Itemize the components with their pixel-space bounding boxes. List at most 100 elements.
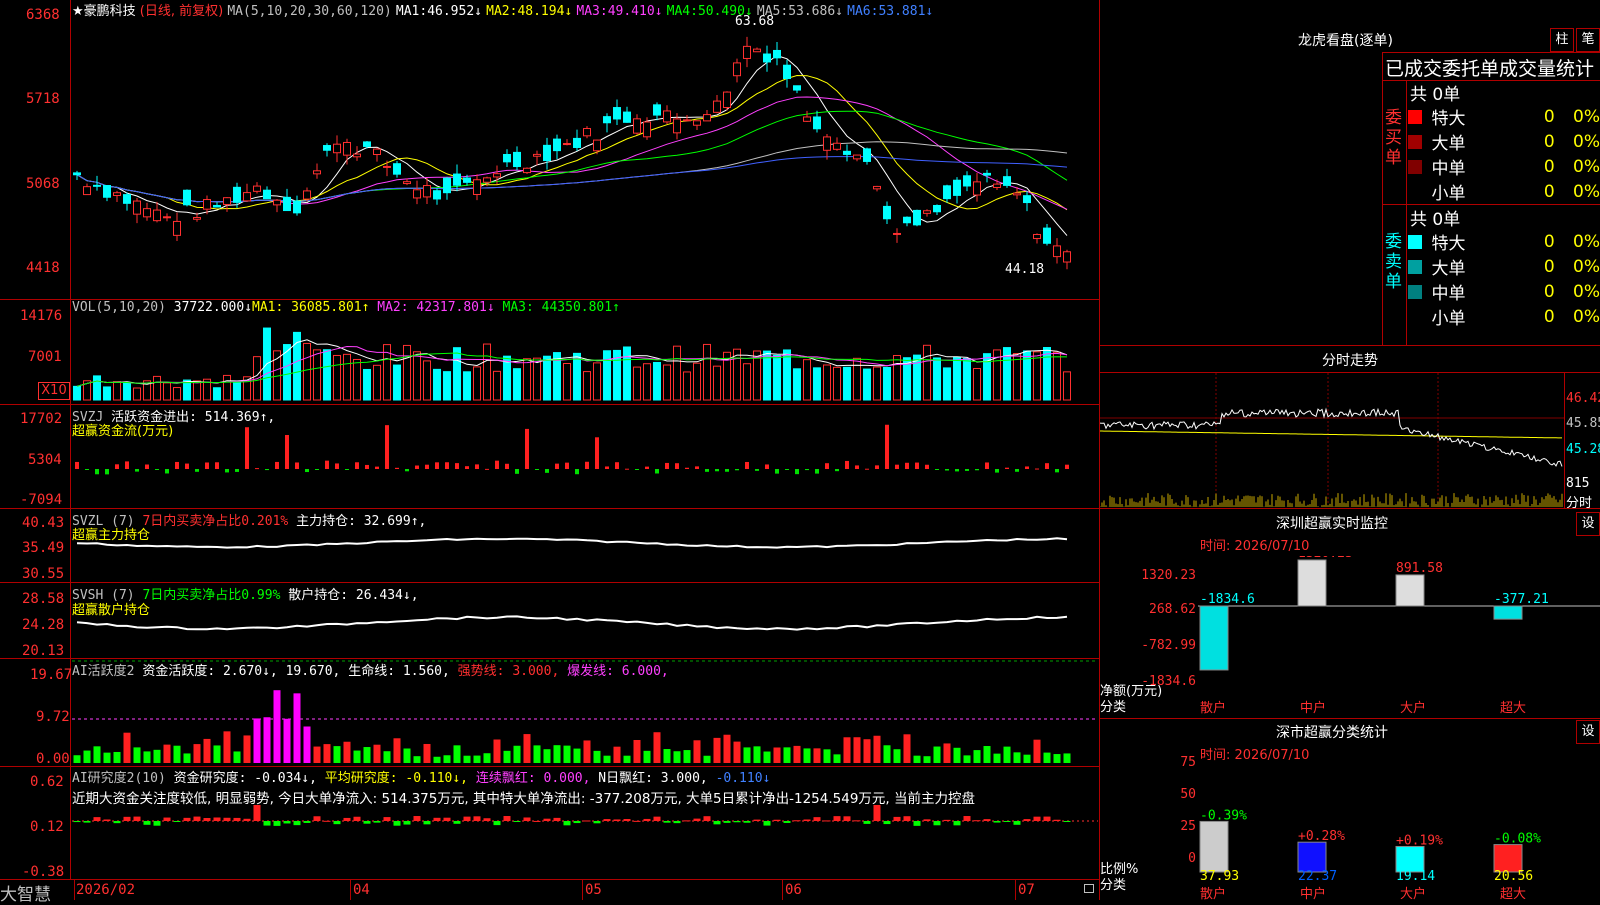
row-pct: 0% xyxy=(1573,256,1600,277)
flow-bar xyxy=(105,469,109,475)
row-count: 0 xyxy=(1543,106,1555,127)
candle xyxy=(1063,251,1071,263)
volume-bar xyxy=(893,354,901,401)
research-bar xyxy=(953,821,961,826)
candle xyxy=(183,189,191,206)
activity-bar xyxy=(133,747,141,763)
candle xyxy=(123,194,131,204)
sz-axis-tick: 1320.23 xyxy=(1141,568,1196,583)
svzj-axis-tick: -7094 xyxy=(20,492,63,508)
intraday-chart[interactable] xyxy=(1100,373,1564,508)
activity-bar xyxy=(703,755,711,763)
lock-icon[interactable] xyxy=(1084,884,1094,893)
research-bar xyxy=(213,817,221,821)
flow-bar xyxy=(145,464,149,469)
cls-settings-button[interactable]: 设 xyxy=(1576,720,1600,744)
sz-settings-button[interactable]: 设 xyxy=(1576,512,1600,536)
flow-bar xyxy=(375,466,379,469)
activity-bar xyxy=(153,749,161,763)
volume-bar xyxy=(423,360,431,401)
cls-axis-tick: 25 xyxy=(1180,819,1196,834)
flow-bar xyxy=(215,462,219,469)
flow-bar xyxy=(635,469,639,470)
flow-bar xyxy=(395,467,399,469)
candle xyxy=(773,49,781,59)
research-bar xyxy=(583,820,591,822)
research-bar xyxy=(303,821,311,823)
ai1-axis-tick: 0.00 xyxy=(36,751,70,767)
flow-bar xyxy=(575,469,579,475)
activity-bar xyxy=(953,747,961,763)
flow-bar xyxy=(785,469,789,470)
research-bar xyxy=(413,816,421,821)
row-count: 0 xyxy=(1543,181,1555,202)
activity-bar xyxy=(463,755,471,763)
flow-bar xyxy=(495,460,499,469)
volume-bar xyxy=(303,342,311,401)
research-bar xyxy=(173,821,181,822)
main-chart-area[interactable]: ★豪鹏科技 (日线, 前复权) MA(5,10,20,30,60,120) MA… xyxy=(0,0,1100,905)
svsh-axis-tick: 24.28 xyxy=(22,617,65,633)
candle xyxy=(423,185,431,198)
research-bar xyxy=(153,821,161,826)
activity-bar xyxy=(913,755,921,763)
flow-bar xyxy=(1055,469,1059,473)
row-name: 小单 xyxy=(1431,184,1466,204)
vol-unit-badge[interactable]: X10 xyxy=(38,382,70,400)
research-bar xyxy=(503,816,511,821)
row-name: 特大 xyxy=(1431,234,1466,254)
ai2-nday: N日飘红: 3.000, xyxy=(598,771,708,786)
research-bar xyxy=(403,821,411,825)
low-price-label: 44.18 xyxy=(1005,262,1045,277)
research-bar xyxy=(453,821,461,824)
research-bar xyxy=(123,816,131,821)
candle xyxy=(163,216,171,219)
activity-bar xyxy=(683,750,691,763)
volume-bar xyxy=(703,343,711,401)
row-name: 大单 xyxy=(1431,259,1466,279)
intraday-vol-tick: 815 xyxy=(1566,476,1590,491)
main-holding-chart xyxy=(76,537,1068,549)
research-bar xyxy=(233,817,241,821)
tick-mode-button[interactable]: 笔 xyxy=(1576,28,1600,52)
candlestick-chart[interactable] xyxy=(72,16,1098,298)
candle xyxy=(173,220,181,236)
flow-bar xyxy=(1045,463,1049,469)
research-bar xyxy=(993,821,1001,823)
bar-mode-button[interactable]: 柱 xyxy=(1550,28,1574,52)
candle xyxy=(383,165,391,168)
research-bar xyxy=(433,817,441,821)
activity-bar xyxy=(843,737,851,763)
research-bar xyxy=(363,821,371,824)
sz-axis-tick: 268.62 xyxy=(1149,602,1196,617)
ma-line xyxy=(76,155,1068,203)
activity-bar xyxy=(1063,753,1071,763)
candle xyxy=(723,91,731,109)
research-bar xyxy=(83,821,91,823)
candle xyxy=(563,143,571,146)
research-bar xyxy=(673,821,681,824)
candle xyxy=(683,119,691,122)
candle xyxy=(623,111,631,123)
flow-bar xyxy=(285,434,289,469)
cls-axis-tick: 75 xyxy=(1180,755,1196,770)
date-tick: 07 xyxy=(1018,882,1035,898)
activity-bar xyxy=(123,732,131,763)
research-bar xyxy=(473,816,481,821)
candle xyxy=(233,186,241,203)
flow-bar xyxy=(755,469,759,471)
activity-bar xyxy=(1043,752,1051,763)
activity-bar xyxy=(163,744,171,763)
cls-value-label: 20.56 xyxy=(1494,869,1533,880)
volume-bar xyxy=(523,358,531,401)
activity-bar xyxy=(1033,739,1041,763)
research-bar xyxy=(963,816,971,821)
research-bar xyxy=(703,816,711,821)
candle xyxy=(143,208,151,218)
activity-bar xyxy=(883,745,891,763)
cls-change-label: -0.39% xyxy=(1200,808,1247,823)
activity-bar xyxy=(863,739,871,763)
flow-bar xyxy=(165,469,169,474)
flow-bar xyxy=(295,462,299,469)
activity-bar xyxy=(733,741,741,763)
